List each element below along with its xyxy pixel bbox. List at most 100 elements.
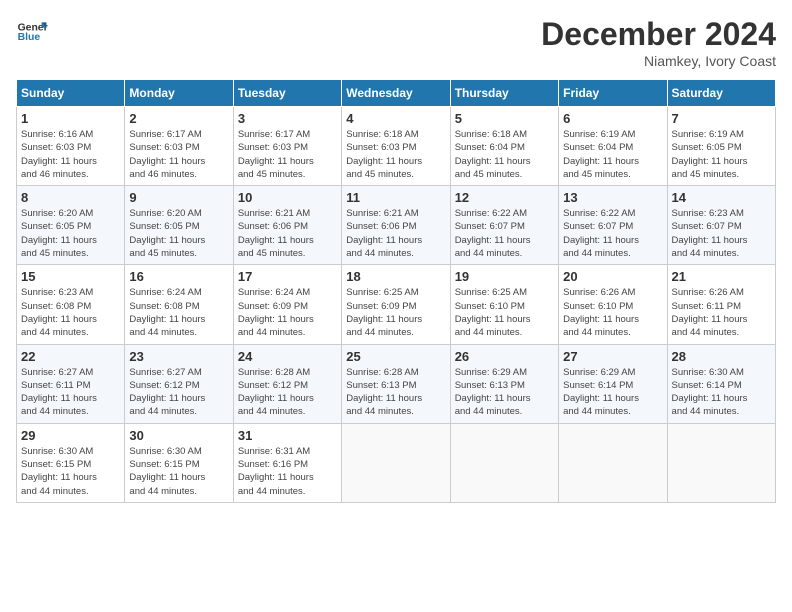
day-number: 17	[238, 269, 337, 284]
day-number: 3	[238, 111, 337, 126]
weekday-header-cell: Monday	[125, 80, 233, 107]
day-info: Sunrise: 6:21 AM Sunset: 6:06 PM Dayligh…	[346, 207, 445, 260]
day-info: Sunrise: 6:27 AM Sunset: 6:11 PM Dayligh…	[21, 366, 120, 419]
calendar-day-cell: 24 Sunrise: 6:28 AM Sunset: 6:12 PM Dayli…	[233, 344, 341, 423]
logo-icon: General Blue	[16, 16, 48, 48]
day-number: 1	[21, 111, 120, 126]
day-number: 15	[21, 269, 120, 284]
day-info: Sunrise: 6:27 AM Sunset: 6:12 PM Dayligh…	[129, 366, 228, 419]
day-number: 24	[238, 349, 337, 364]
day-info: Sunrise: 6:20 AM Sunset: 6:05 PM Dayligh…	[21, 207, 120, 260]
calendar-day-cell: 29 Sunrise: 6:30 AM Sunset: 6:15 PM Dayli…	[17, 423, 125, 502]
calendar-day-cell: 1 Sunrise: 6:16 AM Sunset: 6:03 PM Daylig…	[17, 107, 125, 186]
location: Niamkey, Ivory Coast	[541, 53, 776, 69]
calendar-day-cell: 25 Sunrise: 6:28 AM Sunset: 6:13 PM Dayli…	[342, 344, 450, 423]
day-info: Sunrise: 6:25 AM Sunset: 6:10 PM Dayligh…	[455, 286, 554, 339]
day-info: Sunrise: 6:24 AM Sunset: 6:08 PM Dayligh…	[129, 286, 228, 339]
day-info: Sunrise: 6:17 AM Sunset: 6:03 PM Dayligh…	[238, 128, 337, 181]
calendar-day-cell: 18Sunrise: 6:25 AM Sunset: 6:09 PM Dayli…	[342, 265, 450, 344]
calendar-day-cell: 9Sunrise: 6:20 AM Sunset: 6:05 PM Daylig…	[125, 186, 233, 265]
day-info: Sunrise: 6:23 AM Sunset: 6:07 PM Dayligh…	[672, 207, 771, 260]
calendar-day-cell: 14 Sunrise: 6:23 AM Sunset: 6:07 PM Dayli…	[667, 186, 775, 265]
day-number: 7	[672, 111, 771, 126]
day-number: 20	[563, 269, 662, 284]
day-number: 5	[455, 111, 554, 126]
day-info: Sunrise: 6:22 AM Sunset: 6:07 PM Dayligh…	[563, 207, 662, 260]
weekday-header-cell: Wednesday	[342, 80, 450, 107]
day-number: 22	[21, 349, 120, 364]
calendar-day-cell: 15Sunrise: 6:23 AM Sunset: 6:08 PM Dayli…	[17, 265, 125, 344]
logo: General Blue	[16, 16, 48, 48]
calendar-day-cell: 28 Sunrise: 6:30 AM Sunset: 6:14 PM Dayli…	[667, 344, 775, 423]
day-number: 16	[129, 269, 228, 284]
weekday-header-cell: Saturday	[667, 80, 775, 107]
day-number: 14	[672, 190, 771, 205]
day-number: 29	[21, 428, 120, 443]
day-number: 8	[21, 190, 120, 205]
day-info: Sunrise: 6:26 AM Sunset: 6:11 PM Dayligh…	[672, 286, 771, 339]
calendar-day-cell: 5 Sunrise: 6:18 AM Sunset: 6:04 PM Daylig…	[450, 107, 558, 186]
svg-text:Blue: Blue	[18, 32, 41, 43]
weekday-header-cell: Friday	[559, 80, 667, 107]
calendar-day-cell: 21Sunrise: 6:26 AM Sunset: 6:11 PM Dayli…	[667, 265, 775, 344]
day-info: Sunrise: 6:29 AM Sunset: 6:14 PM Dayligh…	[563, 366, 662, 419]
day-info: Sunrise: 6:31 AM Sunset: 6:16 PM Dayligh…	[238, 445, 337, 498]
calendar-day-cell: 26Sunrise: 6:29 AM Sunset: 6:13 PM Dayli…	[450, 344, 558, 423]
weekday-header-row: SundayMondayTuesdayWednesdayThursdayFrid…	[17, 80, 776, 107]
day-number: 26	[455, 349, 554, 364]
day-number: 31	[238, 428, 337, 443]
calendar-body: 1 Sunrise: 6:16 AM Sunset: 6:03 PM Daylig…	[17, 107, 776, 503]
month-title: December 2024	[541, 16, 776, 53]
calendar-day-cell	[667, 423, 775, 502]
day-info: Sunrise: 6:24 AM Sunset: 6:09 PM Dayligh…	[238, 286, 337, 339]
calendar-day-cell: 11 Sunrise: 6:21 AM Sunset: 6:06 PM Dayli…	[342, 186, 450, 265]
calendar-week-row: 1 Sunrise: 6:16 AM Sunset: 6:03 PM Daylig…	[17, 107, 776, 186]
day-number: 28	[672, 349, 771, 364]
calendar-day-cell: 16 Sunrise: 6:24 AM Sunset: 6:08 PM Dayli…	[125, 265, 233, 344]
day-info: Sunrise: 6:22 AM Sunset: 6:07 PM Dayligh…	[455, 207, 554, 260]
day-info: Sunrise: 6:30 AM Sunset: 6:15 PM Dayligh…	[129, 445, 228, 498]
day-number: 18	[346, 269, 445, 284]
calendar-day-cell: 30Sunrise: 6:30 AM Sunset: 6:15 PM Dayli…	[125, 423, 233, 502]
day-info: Sunrise: 6:30 AM Sunset: 6:15 PM Dayligh…	[21, 445, 120, 498]
calendar-week-row: 29 Sunrise: 6:30 AM Sunset: 6:15 PM Dayli…	[17, 423, 776, 502]
calendar-day-cell	[559, 423, 667, 502]
calendar-day-cell: 6 Sunrise: 6:19 AM Sunset: 6:04 PM Daylig…	[559, 107, 667, 186]
calendar-day-cell	[342, 423, 450, 502]
day-info: Sunrise: 6:28 AM Sunset: 6:13 PM Dayligh…	[346, 366, 445, 419]
calendar-day-cell	[450, 423, 558, 502]
day-number: 12	[455, 190, 554, 205]
calendar-week-row: 22 Sunrise: 6:27 AM Sunset: 6:11 PM Dayli…	[17, 344, 776, 423]
calendar-day-cell: 10 Sunrise: 6:21 AM Sunset: 6:06 PM Dayli…	[233, 186, 341, 265]
title-block: December 2024 Niamkey, Ivory Coast	[541, 16, 776, 69]
calendar-week-row: 8 Sunrise: 6:20 AM Sunset: 6:05 PM Daylig…	[17, 186, 776, 265]
day-info: Sunrise: 6:21 AM Sunset: 6:06 PM Dayligh…	[238, 207, 337, 260]
day-number: 25	[346, 349, 445, 364]
calendar-day-cell: 17 Sunrise: 6:24 AM Sunset: 6:09 PM Dayli…	[233, 265, 341, 344]
calendar-day-cell: 7 Sunrise: 6:19 AM Sunset: 6:05 PM Daylig…	[667, 107, 775, 186]
day-info: Sunrise: 6:28 AM Sunset: 6:12 PM Dayligh…	[238, 366, 337, 419]
calendar-day-cell: 3 Sunrise: 6:17 AM Sunset: 6:03 PM Daylig…	[233, 107, 341, 186]
calendar-week-row: 15Sunrise: 6:23 AM Sunset: 6:08 PM Dayli…	[17, 265, 776, 344]
calendar-day-cell: 27 Sunrise: 6:29 AM Sunset: 6:14 PM Dayli…	[559, 344, 667, 423]
day-info: Sunrise: 6:26 AM Sunset: 6:10 PM Dayligh…	[563, 286, 662, 339]
calendar-day-cell: 23Sunrise: 6:27 AM Sunset: 6:12 PM Dayli…	[125, 344, 233, 423]
day-info: Sunrise: 6:18 AM Sunset: 6:03 PM Dayligh…	[346, 128, 445, 181]
calendar-day-cell: 4Sunrise: 6:18 AM Sunset: 6:03 PM Daylig…	[342, 107, 450, 186]
day-info: Sunrise: 6:30 AM Sunset: 6:14 PM Dayligh…	[672, 366, 771, 419]
day-info: Sunrise: 6:19 AM Sunset: 6:04 PM Dayligh…	[563, 128, 662, 181]
calendar-day-cell: 20 Sunrise: 6:26 AM Sunset: 6:10 PM Dayli…	[559, 265, 667, 344]
day-number: 6	[563, 111, 662, 126]
weekday-header-cell: Thursday	[450, 80, 558, 107]
day-info: Sunrise: 6:18 AM Sunset: 6:04 PM Dayligh…	[455, 128, 554, 181]
day-number: 11	[346, 190, 445, 205]
day-info: Sunrise: 6:19 AM Sunset: 6:05 PM Dayligh…	[672, 128, 771, 181]
calendar-table: SundayMondayTuesdayWednesdayThursdayFrid…	[16, 79, 776, 503]
calendar-day-cell: 12 Sunrise: 6:22 AM Sunset: 6:07 PM Dayli…	[450, 186, 558, 265]
day-number: 27	[563, 349, 662, 364]
day-number: 2	[129, 111, 228, 126]
day-number: 10	[238, 190, 337, 205]
day-info: Sunrise: 6:16 AM Sunset: 6:03 PM Dayligh…	[21, 128, 120, 181]
day-number: 13	[563, 190, 662, 205]
calendar-day-cell: 8 Sunrise: 6:20 AM Sunset: 6:05 PM Daylig…	[17, 186, 125, 265]
